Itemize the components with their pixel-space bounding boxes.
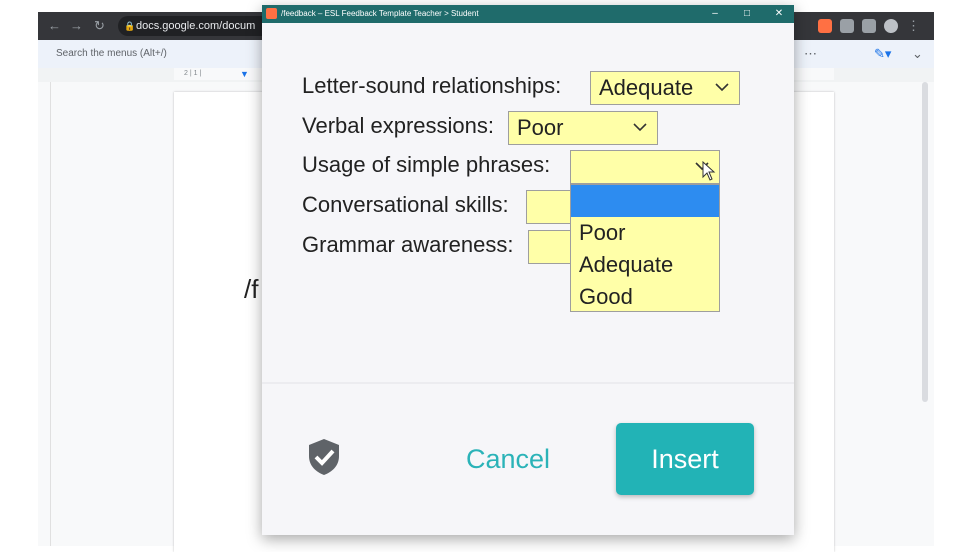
url-text: docs.google.com/docum xyxy=(136,20,256,32)
dropdown-option-empty[interactable] xyxy=(571,185,719,217)
more-icon[interactable]: ⋯ xyxy=(804,46,817,62)
lock-icon: 🔒 xyxy=(124,21,136,31)
insert-button[interactable]: Insert xyxy=(616,423,754,495)
field-label: Grammar awareness: xyxy=(302,232,514,257)
field-label: Usage of simple phrases: xyxy=(302,152,551,177)
dialog-titlebar: /feedback – ESL Feedback Template Teache… xyxy=(262,5,794,23)
field-label: Letter-sound relationships: xyxy=(302,73,562,98)
reload-icon[interactable]: ↻ xyxy=(94,18,105,34)
extension-icon[interactable] xyxy=(818,19,832,33)
field-label: Conversational skills: xyxy=(302,192,509,217)
document-text: /f xyxy=(244,274,259,304)
select-value: Adequate xyxy=(599,75,694,100)
indent-marker-icon[interactable]: ▼ xyxy=(240,68,249,80)
simple-phrases-dropdown-list: Poor Adequate Good xyxy=(570,184,720,312)
app-favicon-icon xyxy=(266,8,277,19)
field-label: Verbal expressions: xyxy=(302,113,494,138)
shield-check-icon xyxy=(309,439,339,475)
puzzle-icon[interactable] xyxy=(840,19,854,33)
menu-search-input[interactable]: Search the menus (Alt+/) xyxy=(56,45,256,63)
verbal-expressions-select[interactable]: Poor xyxy=(508,111,658,145)
maximize-button[interactable]: □ xyxy=(732,5,762,23)
ruler-marks: 2 | 1 | xyxy=(184,70,202,77)
chevron-down-icon xyxy=(633,111,647,145)
sidepanel-icon[interactable] xyxy=(862,19,876,33)
letter-sound-select[interactable]: Adequate xyxy=(590,71,740,105)
select-value: Poor xyxy=(517,115,564,140)
scrollbar[interactable] xyxy=(922,82,928,402)
chevron-down-icon xyxy=(715,71,729,105)
footer-divider xyxy=(262,382,794,384)
menu-kebab-icon[interactable]: ⋮ xyxy=(907,18,920,34)
dropdown-option-poor[interactable]: Poor xyxy=(571,217,719,249)
edit-mode-icon[interactable]: ✎▾ xyxy=(874,46,891,62)
simple-phrases-select[interactable] xyxy=(570,150,720,184)
feedback-dialog: /feedback – ESL Feedback Template Teache… xyxy=(262,5,794,535)
avatar[interactable] xyxy=(884,19,898,33)
dropdown-option-good[interactable]: Good xyxy=(571,281,719,313)
collapse-icon[interactable]: ⌄ xyxy=(912,46,923,62)
minimize-button[interactable]: – xyxy=(700,5,730,23)
close-button[interactable]: ✕ xyxy=(764,5,794,23)
dialog-title: /feedback – ESL Feedback Template Teache… xyxy=(281,9,479,18)
back-icon[interactable]: ← xyxy=(48,18,61,34)
mouse-cursor-icon xyxy=(702,161,716,181)
forward-icon[interactable]: → xyxy=(70,18,83,34)
cancel-button[interactable]: Cancel xyxy=(448,437,568,481)
vertical-ruler xyxy=(38,82,51,546)
dropdown-option-adequate[interactable]: Adequate xyxy=(571,249,719,281)
